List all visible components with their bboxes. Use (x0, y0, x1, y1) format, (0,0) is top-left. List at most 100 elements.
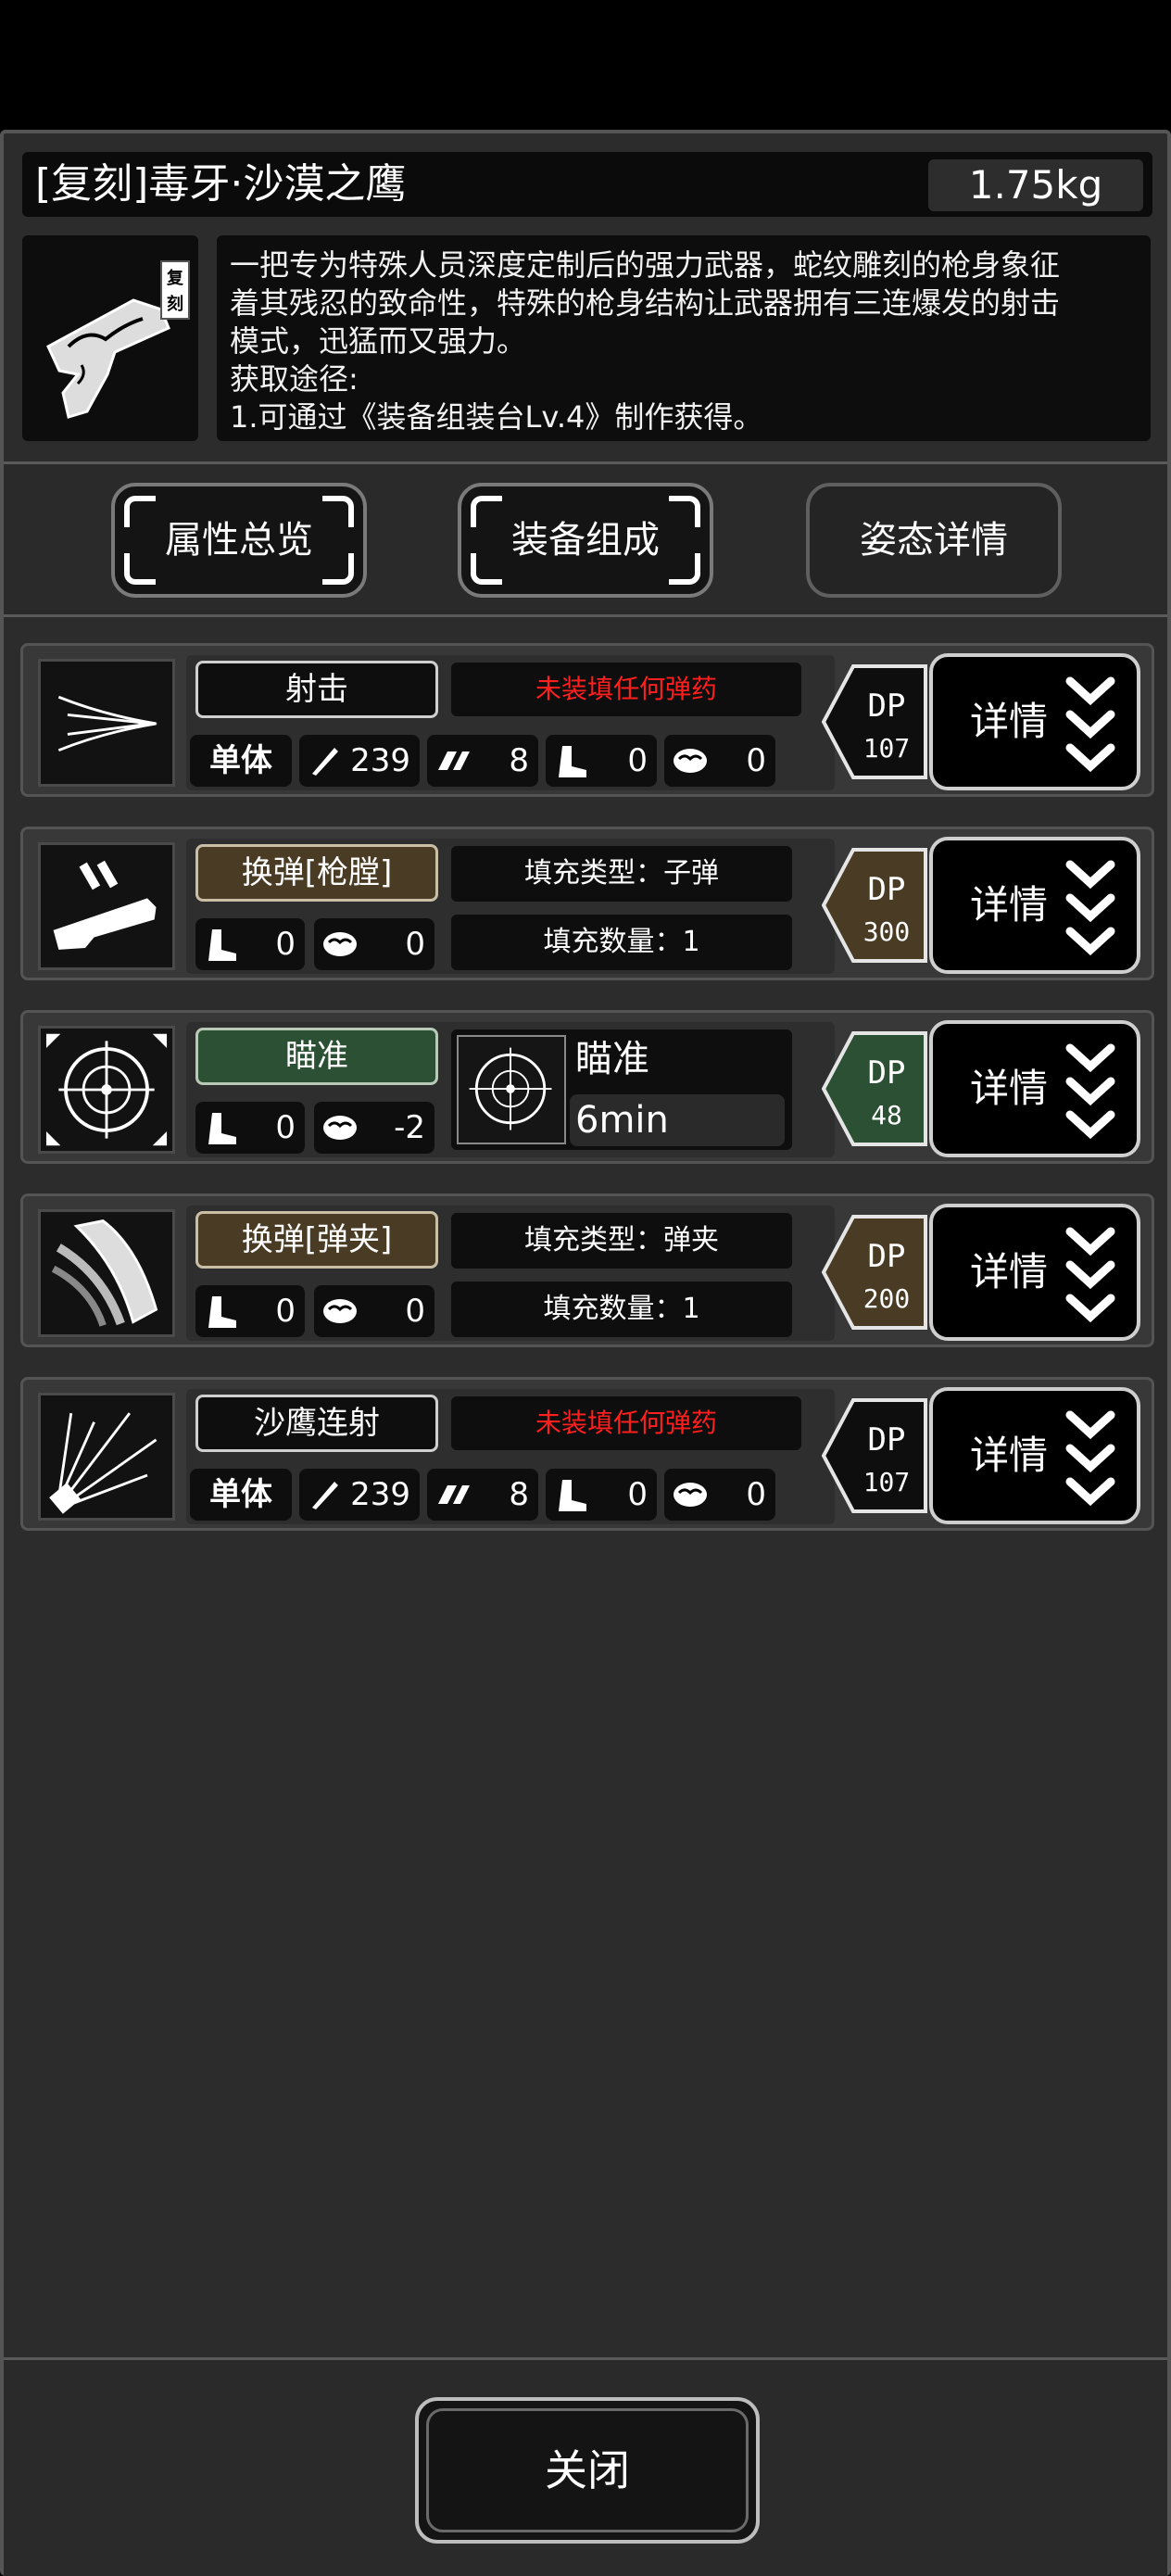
svg-text:DP: DP (868, 1054, 906, 1092)
weapon-description: 一把专为特殊人员深度定制后的强力武器，蛇纹雕刻的枪身象征 着其残忍的致命性，特殊… (217, 235, 1151, 441)
action-name: 换弹[枪膛] (195, 844, 438, 902)
close-button[interactable]: 关闭 (415, 2397, 760, 2544)
detail-label: 详情 (970, 882, 1049, 928)
svg-text:刻: 刻 (167, 294, 183, 314)
boot-icon (208, 1296, 236, 1328)
tab-label: 姿态详情 (860, 519, 1008, 562)
tab-label: 装备组成 (511, 519, 660, 562)
mind-stat: 0 (664, 1469, 775, 1521)
detail-label: 详情 (970, 1249, 1049, 1294)
chevron-down-icon (1065, 860, 1115, 956)
ammo-warning: 未装填任何弹药 (451, 663, 801, 716)
tab-stance-details[interactable]: 姿态详情 (806, 483, 1062, 598)
weapon-icon-box: 复 刻 (22, 235, 198, 441)
aim-crosshair-icon (457, 1035, 566, 1144)
ammo-warning: 未装填任何弹药 (451, 1396, 801, 1450)
boot-icon (559, 746, 586, 777)
sword-icon (312, 1482, 338, 1509)
target-type: 单体 (190, 735, 292, 787)
fill-count: 填充数量：1 (451, 915, 792, 970)
aim-name: 瞄准 (575, 1038, 649, 1080)
hits-value: 8 (509, 742, 529, 779)
move-value: 0 (627, 1476, 648, 1513)
attack-stat: 239 (299, 735, 420, 787)
description-line: 着其残忍的致命性，特殊的枪身结构让武器拥有三连爆发的射击 (230, 285, 1061, 321)
checker-flag-icon (438, 751, 470, 770)
svg-text:DP: DP (868, 1238, 906, 1275)
mind-stat: -2 (314, 1102, 434, 1154)
brain-icon (323, 1116, 357, 1140)
chevron-down-icon (1065, 676, 1115, 773)
fill-type: 填充类型：弹夹 (451, 1213, 792, 1269)
action-name: 射击 (195, 661, 438, 718)
tab-label: 属性总览 (165, 519, 313, 562)
action-card-burst-fire: 沙鹰连射 未装填任何弹药 单体 239 8 0 0 DP 107 详情 (20, 1377, 1154, 1531)
move-value: 0 (275, 1293, 296, 1330)
mind-stat: 0 (314, 1285, 434, 1337)
brain-icon (323, 1299, 357, 1323)
mind-stat: 0 (664, 735, 775, 787)
hits-stat: 8 (427, 735, 538, 787)
description-line: 一把专为特殊人员深度定制后的强力武器，蛇纹雕刻的枪身象征 (230, 247, 1061, 283)
mind-value: 0 (405, 926, 425, 963)
move-value: 0 (275, 926, 296, 963)
dp-cost-badge: DP 107 (822, 664, 927, 779)
boot-icon (559, 1480, 586, 1511)
move-stat: 0 (195, 1285, 305, 1337)
dp-value: 48 (871, 1100, 902, 1130)
description-line: 模式，迅猛而又强力。 (230, 323, 527, 359)
mind-value: 0 (405, 1293, 425, 1330)
brain-icon (674, 1483, 707, 1507)
tab-bar: 属性总览 装备组成 姿态详情 (4, 461, 1167, 617)
aim-time: 6min (570, 1094, 785, 1146)
reissue-badge-text: 复 (166, 268, 184, 288)
detail-button[interactable]: 详情 (929, 1387, 1140, 1524)
detail-button[interactable]: 详情 (929, 1020, 1140, 1157)
dp-value: 300 (863, 916, 911, 947)
detail-label: 详情 (970, 699, 1049, 744)
mind-value: 0 (746, 1476, 766, 1513)
action-body: 瞄准 瞄准 6min 0 -2 (186, 1022, 835, 1157)
action-card-aim: 瞄准 瞄准 6min 0 -2 DP 48 详情 (20, 1010, 1154, 1164)
fill-type: 填充类型：子弹 (451, 846, 792, 902)
checker-flag-icon (438, 1485, 470, 1504)
dp-value: 200 (863, 1283, 911, 1314)
description-line: 获取途径: (230, 361, 359, 397)
shoot-icon (38, 659, 175, 787)
dp-value: 107 (863, 1467, 911, 1497)
tab-equipment-composition[interactable]: 装备组成 (458, 483, 713, 598)
chevron-down-icon (1065, 1043, 1115, 1140)
svg-text:DP: DP (868, 688, 906, 725)
move-stat: 0 (546, 1469, 657, 1521)
attack-stat: 239 (299, 1469, 420, 1521)
attack-value: 239 (350, 742, 410, 779)
boot-icon (208, 1113, 236, 1144)
reload-magazine-icon (38, 1209, 175, 1337)
weapon-weight: 1.75kg (928, 159, 1143, 211)
weapon-detail-panel: [复刻]毒牙·沙漠之鹰 1.75kg 复 刻 一把专为特殊人员深度定制后的强力武… (0, 130, 1171, 2576)
hits-value: 8 (509, 1476, 529, 1513)
detail-button[interactable]: 详情 (929, 653, 1140, 790)
mind-value: -2 (394, 1109, 425, 1146)
description-line: 1.可通过《装备组装台Lv.4》制作获得。 (230, 399, 763, 435)
detail-button[interactable]: 详情 (929, 837, 1140, 974)
action-body: 换弹[弹夹] 填充类型：弹夹 填充数量：1 0 0 (186, 1206, 835, 1341)
action-card-reload-magazine: 换弹[弹夹] 填充类型：弹夹 填充数量：1 0 0 DP 200 详情 (20, 1193, 1154, 1347)
action-name: 瞄准 (195, 1028, 438, 1085)
target-type: 单体 (190, 1469, 292, 1521)
move-value: 0 (627, 742, 648, 779)
tab-attribute-overview[interactable]: 属性总览 (111, 483, 367, 598)
hits-stat: 8 (427, 1469, 538, 1521)
action-card-reload-chamber: 换弹[枪膛] 填充类型：子弹 填充数量：1 0 0 DP 300 详情 (20, 827, 1154, 980)
chevron-down-icon (1065, 1410, 1115, 1507)
weapon-title-bar: [复刻]毒牙·沙漠之鹰 1.75kg (22, 152, 1152, 217)
move-stat: 0 (195, 1102, 305, 1154)
svg-text:DP: DP (868, 871, 906, 908)
move-stat: 0 (195, 918, 305, 970)
action-body: 射击 未装填任何弹药 单体 239 8 0 0 (186, 655, 835, 790)
weapon-title: [复刻]毒牙·沙漠之鹰 (35, 160, 407, 208)
dp-cost-badge: DP 48 (822, 1031, 927, 1146)
attack-value: 239 (350, 1476, 410, 1513)
detail-button[interactable]: 详情 (929, 1204, 1140, 1341)
mind-stat: 0 (314, 918, 434, 970)
